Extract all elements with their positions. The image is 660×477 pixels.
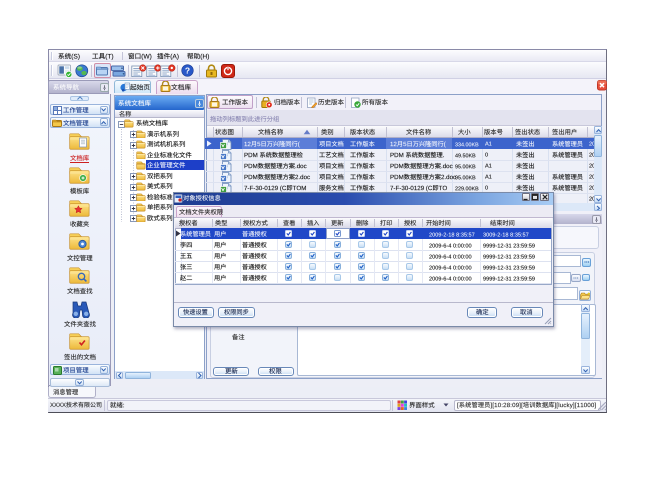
svg-text:?: ? xyxy=(184,65,189,75)
